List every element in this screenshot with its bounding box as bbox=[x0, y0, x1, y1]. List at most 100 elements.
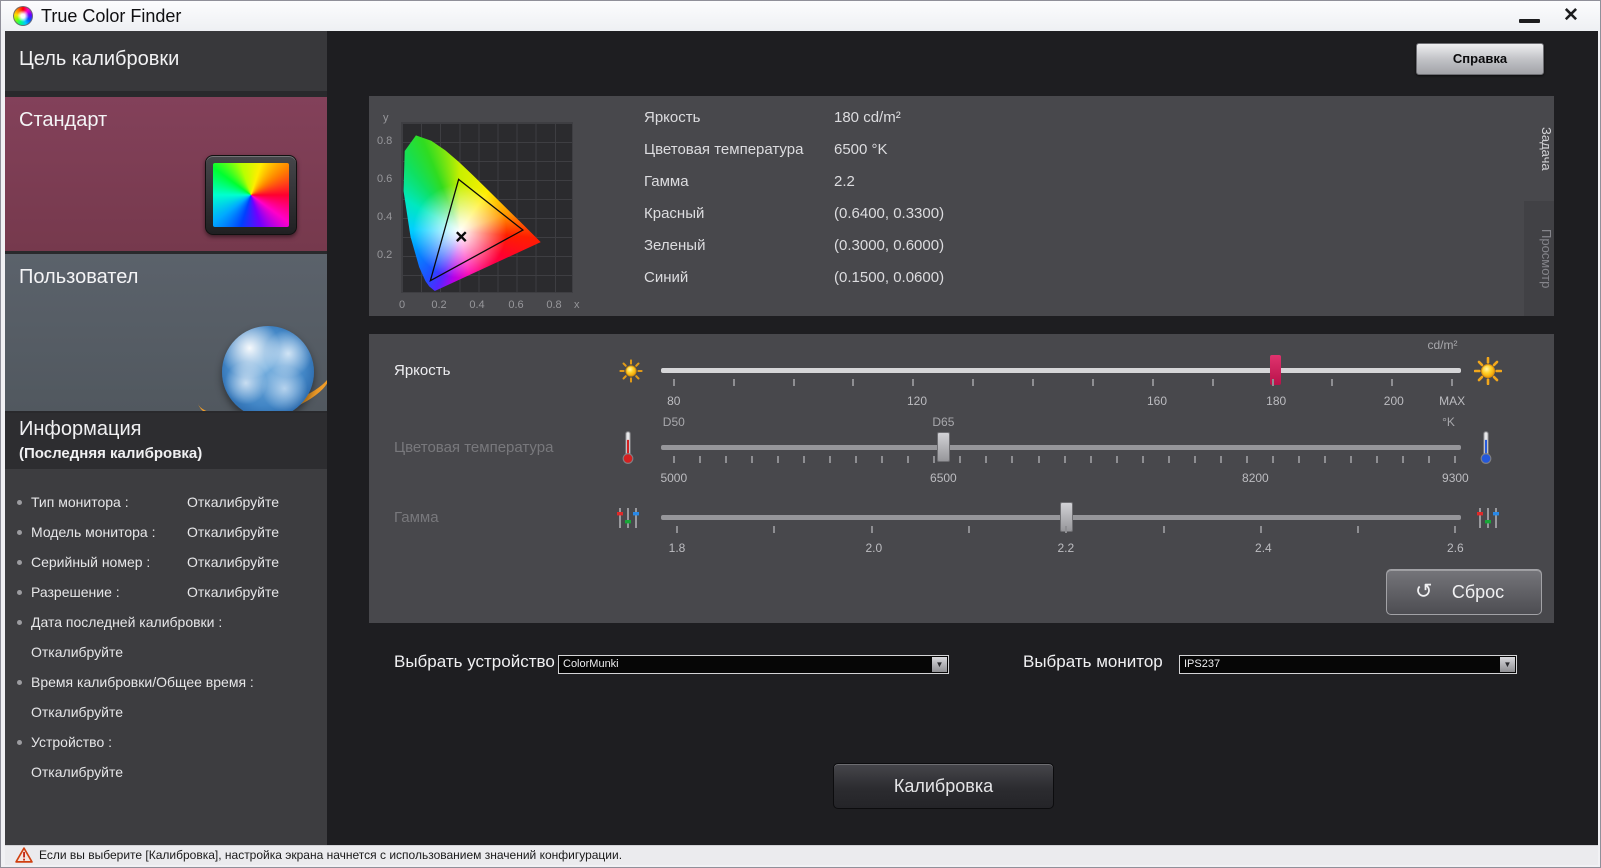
title-bar: True Color Finder ✕ bbox=[1, 1, 1600, 31]
monitor-select-label: Выбрать монитор bbox=[1023, 652, 1163, 671]
info-row-label: Гамма bbox=[644, 173, 689, 190]
reset-label: Сброс bbox=[1451, 582, 1505, 602]
sidebar-info-item-value: Откалибруйте bbox=[5, 757, 327, 787]
slider-tick bbox=[1357, 526, 1360, 533]
slider-tick-label: 160 bbox=[1146, 394, 1168, 408]
info-row-value: 2.2 bbox=[834, 173, 855, 190]
slider-tick bbox=[907, 456, 910, 463]
info-item-value: Откалибруйте bbox=[187, 584, 280, 600]
help-button[interactable]: Справка bbox=[1416, 43, 1544, 75]
info-row-value: (0.1500, 0.0600) bbox=[834, 269, 945, 286]
x-tick-0.4: 0.4 bbox=[469, 299, 485, 311]
slider-tick-label: 2.4 bbox=[1255, 541, 1272, 555]
info-item-label: Тип монитора : bbox=[31, 494, 129, 510]
slider-tick bbox=[1065, 526, 1068, 533]
slider-top-label: °K bbox=[1442, 415, 1455, 429]
slider-tick-label: 9300 bbox=[1442, 471, 1469, 485]
slider-tick bbox=[1151, 379, 1154, 386]
slider-tick bbox=[792, 379, 795, 386]
chevron-down-icon[interactable]: ▼ bbox=[932, 657, 947, 672]
brightness-track[interactable] bbox=[661, 368, 1461, 373]
slider-tick-label: 80 bbox=[667, 394, 681, 408]
info-row: Синий (0.1500, 0.0600) bbox=[644, 269, 1164, 291]
slider-tick-label: 6500 bbox=[930, 471, 957, 485]
info-row: Цветовая температура 6500 °K bbox=[644, 141, 1164, 163]
slider-tick bbox=[1454, 526, 1457, 533]
reset-button[interactable]: ↺ Сброс bbox=[1386, 569, 1542, 615]
sidebar-info-item: Разрешение : Откалибруйте bbox=[5, 577, 327, 607]
temperature-label: Цветовая температура bbox=[394, 439, 554, 456]
sidebar-item-standard[interactable]: Стандарт bbox=[5, 97, 327, 251]
sidebar-item-user[interactable]: Пользовател bbox=[5, 254, 327, 411]
device-select-value: ColorMunki bbox=[563, 658, 619, 670]
slider-tick bbox=[1428, 456, 1431, 463]
monitor-select-value: IPS237 bbox=[1184, 658, 1221, 670]
slider-tick bbox=[1324, 456, 1327, 463]
chevron-down-icon[interactable]: ▼ bbox=[1500, 657, 1515, 672]
info-row-label: Цветовая температура bbox=[644, 141, 804, 158]
slider-tick bbox=[1376, 456, 1379, 463]
monitor-select[interactable]: IPS237 ▼ bbox=[1179, 655, 1517, 674]
slider-tick-label: 1.8 bbox=[668, 541, 686, 555]
sidebar-header-calibration-target: Цель калибровки bbox=[5, 31, 327, 91]
temperature-handle[interactable] bbox=[937, 432, 951, 462]
tab-preview[interactable]: Просмотр bbox=[1524, 201, 1554, 316]
info-item-value: Откалибруйте bbox=[31, 764, 124, 780]
device-select[interactable]: ColorMunki ▼ bbox=[558, 655, 949, 674]
info-row-value: 6500 °K bbox=[834, 141, 888, 158]
info-item-label: Разрешение : bbox=[31, 584, 120, 600]
close-button[interactable]: ✕ bbox=[1551, 1, 1591, 31]
bullet-icon bbox=[17, 680, 22, 685]
slider-tick-label: 2.2 bbox=[1057, 541, 1075, 555]
info-item-value: Откалибруйте bbox=[187, 554, 280, 570]
info-item-label: Серийный номер : bbox=[31, 554, 151, 570]
slider-tick bbox=[1350, 456, 1353, 463]
slider-tick bbox=[972, 379, 975, 386]
slider-tick bbox=[855, 456, 858, 463]
y-tick-0.8: 0.8 bbox=[377, 135, 393, 147]
slider-tick bbox=[1089, 456, 1092, 463]
slider-tick bbox=[1141, 456, 1144, 463]
sun-bright-icon bbox=[1474, 357, 1502, 385]
tab-task[interactable]: Задача bbox=[1524, 96, 1554, 201]
temperature-track[interactable] bbox=[661, 445, 1461, 450]
device-select-label: Выбрать устройство bbox=[394, 652, 555, 671]
slider-tick bbox=[870, 526, 873, 533]
slider-tick bbox=[698, 456, 701, 463]
y-tick-0.6: 0.6 bbox=[377, 173, 393, 185]
sidebar: Цель калибровки Стандарт Пользовател Инф… bbox=[5, 31, 327, 845]
y-tick-0.4: 0.4 bbox=[377, 211, 393, 223]
bullet-icon bbox=[17, 740, 22, 745]
y-axis-name: y bbox=[383, 112, 389, 124]
slider-tick bbox=[1245, 456, 1248, 463]
info-row: Яркость 180 cd/m² bbox=[644, 109, 1164, 131]
sidebar-info-item: Время калибровки/Общее время : bbox=[5, 667, 327, 697]
info-row: Красный (0.6400, 0.3300) bbox=[644, 205, 1164, 227]
sidebar-info-item: Серийный номер : Откалибруйте bbox=[5, 547, 327, 577]
globe-icon bbox=[191, 320, 327, 411]
white-point-marker bbox=[456, 231, 467, 242]
slider-tick bbox=[1451, 379, 1454, 386]
slider-tick bbox=[803, 456, 806, 463]
minimize-button[interactable] bbox=[1509, 1, 1549, 31]
x-axis-name: x bbox=[574, 299, 580, 311]
info-row-label: Синий bbox=[644, 269, 689, 286]
slider-tick bbox=[912, 379, 915, 386]
bullet-icon bbox=[17, 530, 22, 535]
sidebar-info-item: Дата последней калибровки : bbox=[5, 607, 327, 637]
bullet-icon bbox=[17, 500, 22, 505]
info-row-label: Яркость bbox=[644, 109, 701, 126]
main-area: Справка y 0.8 0.6 0.4 0.2 0 0.2 0.4 0.6 … bbox=[327, 31, 1598, 845]
info-row-label: Зеленый bbox=[644, 237, 706, 254]
slider-tick bbox=[724, 456, 727, 463]
slider-tick bbox=[732, 379, 735, 386]
slider-tick bbox=[1402, 456, 1405, 463]
info-row-label: Красный bbox=[644, 205, 705, 222]
slider-tick bbox=[852, 379, 855, 386]
slider-tick bbox=[1037, 456, 1040, 463]
slider-tick bbox=[959, 456, 962, 463]
calibrate-button[interactable]: Калибровка bbox=[833, 763, 1054, 809]
bullet-icon bbox=[17, 620, 22, 625]
slider-tick bbox=[1032, 379, 1035, 386]
info-item-label: Модель монитора : bbox=[31, 524, 156, 540]
